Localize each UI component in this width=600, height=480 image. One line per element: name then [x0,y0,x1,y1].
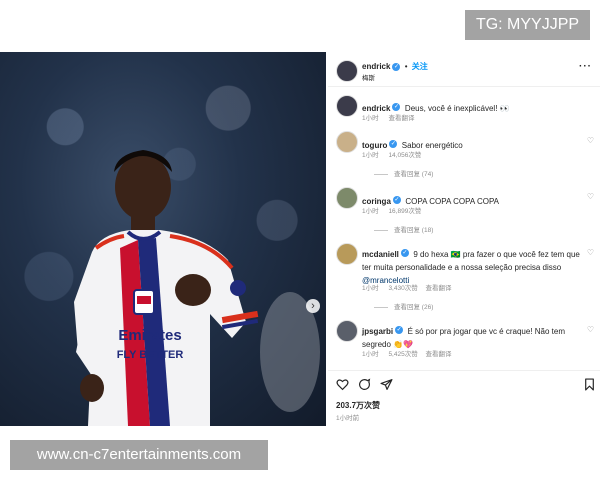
comment-icon[interactable] [358,378,371,391]
follow-button[interactable]: 关注 [412,62,428,71]
tg-watermark: TG: MYYJJPP [465,10,590,40]
post-timestamp: 1小时前 [336,415,360,422]
actions-divider [328,370,600,371]
header-divider [328,86,600,87]
comment-likes[interactable]: 16,899次赞 [388,208,421,215]
verified-icon: ✓ [392,195,401,204]
comment-text: Deus, você é inexplicável! 👀 [404,104,510,113]
like-comment-heart-icon[interactable]: ♡ [587,192,594,201]
author-avatar[interactable] [336,60,358,82]
comment-likes[interactable]: 14,056次赞 [388,152,421,159]
post-photo[interactable]: Emirates FLY BETTER › [0,52,326,426]
separator: • [404,62,408,71]
verified-icon: ✓ [392,62,401,71]
heart-icon[interactable] [336,378,349,391]
avatar[interactable] [336,95,358,117]
player-illustration: Emirates FLY BETTER [74,150,320,426]
comment-username[interactable]: jpsgarbi [362,327,393,336]
comment-time: 1小时 [362,351,379,358]
svg-text:FLY BETTER: FLY BETTER [117,349,184,361]
comment-time: 1小时 [362,208,379,215]
bookmark-icon[interactable] [584,378,595,391]
post-like-count[interactable]: 203.7万次赞 [336,400,380,411]
carousel-next-button[interactable]: › [306,299,320,313]
avatar[interactable] [336,131,358,153]
comment-likes[interactable]: 5,425次赞 [388,351,417,358]
verified-icon: ✓ [395,325,404,334]
comment-time: 1小时 [362,285,379,292]
chevron-right-icon: › [311,300,315,312]
avatar[interactable] [336,243,358,265]
verified-icon: ✓ [389,139,398,148]
svg-text:Emirates: Emirates [118,327,181,344]
comment-time: 1小时 [362,152,379,159]
share-icon[interactable] [380,378,393,391]
more-icon[interactable]: ··· [579,61,592,72]
verified-icon: ✓ [392,102,401,111]
view-replies-link[interactable]: 查看回复 (74) [374,168,433,178]
avatar[interactable] [336,320,358,342]
like-comment-heart-icon[interactable]: ♡ [587,325,594,334]
site-watermark: www.cn-c7entertainments.com [10,440,268,470]
avatar[interactable] [336,187,358,209]
comment-likes[interactable]: 3,430次赞 [388,285,417,292]
verified-icon: ✓ [400,248,409,257]
like-comment-heart-icon[interactable]: ♡ [587,136,594,145]
comment-time: 1小时 [362,115,379,122]
post-side-panel: endrick ✓ • 关注 梅斯 ··· endrick ✓ Deus, você… [328,52,600,426]
translate-link[interactable]: 查看翻译 [426,285,452,292]
comment-username[interactable]: mcdaniell [362,250,399,259]
view-replies-link[interactable]: 查看回复 (26) [374,301,433,311]
location-label[interactable]: 梅斯 [362,72,375,82]
view-replies-link[interactable]: 查看回复 (18) [374,224,433,234]
translate-link[interactable]: 查看翻译 [426,351,452,358]
like-comment-heart-icon[interactable]: ♡ [587,248,594,257]
translate-link[interactable]: 查看翻译 [388,115,414,122]
author-username[interactable]: endrick [362,62,390,71]
